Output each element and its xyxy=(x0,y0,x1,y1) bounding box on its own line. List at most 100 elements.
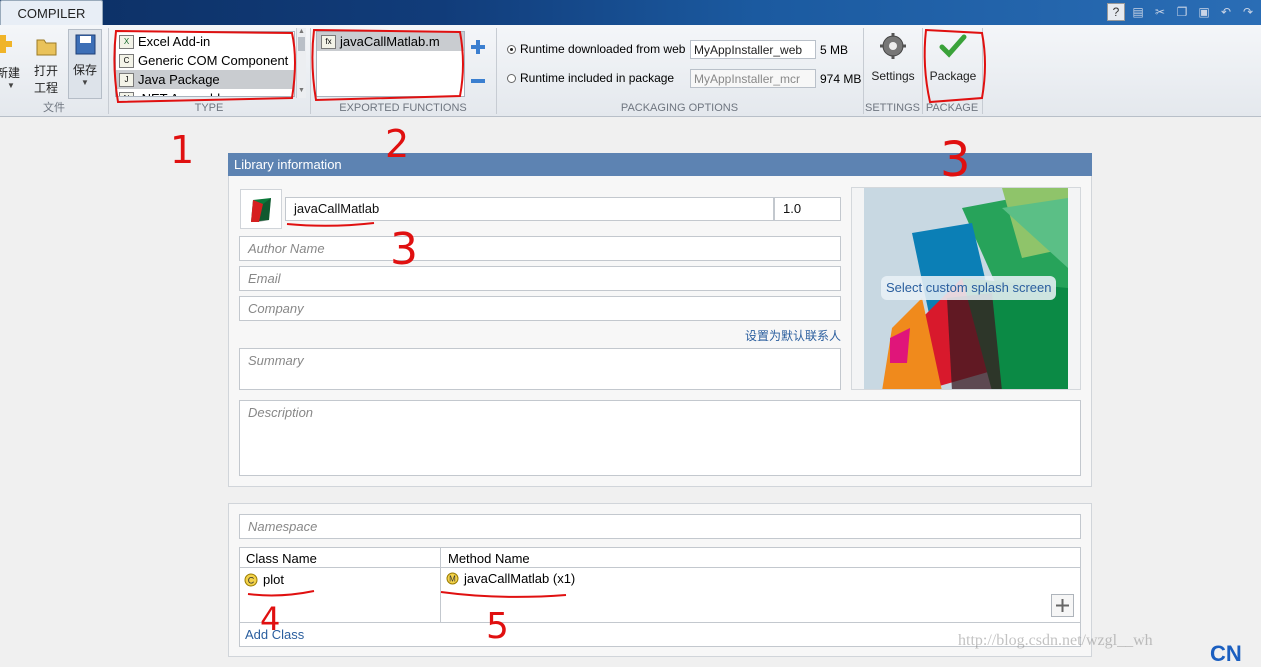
save-button[interactable]: 保存 ▼ xyxy=(68,29,102,99)
class-name-value: plot xyxy=(263,572,284,587)
remove-function-button[interactable] xyxy=(469,72,487,93)
type-list-scrollbar[interactable]: ▲ ▼ xyxy=(296,28,306,98)
company-input[interactable]: Company xyxy=(239,296,841,321)
type-item-excel[interactable]: X Excel Add-in xyxy=(116,32,294,51)
java-package-icon: J xyxy=(119,72,134,87)
title-bar xyxy=(0,0,1261,25)
watermark-text: http://blog.csdn.net/wzgl__wh xyxy=(958,632,1153,649)
scroll-up-icon[interactable]: ▲ xyxy=(297,28,306,35)
web-installer-name-input[interactable]: MyAppInstaller_web xyxy=(690,40,816,59)
exported-functions-list[interactable]: fx javaCallMatlab.m xyxy=(316,31,465,97)
exported-file-label: javaCallMatlab.m xyxy=(340,34,440,49)
plus-icon xyxy=(471,40,485,54)
excel-addin-icon: X xyxy=(119,34,134,49)
chevron-down-icon: ▼ xyxy=(7,81,15,90)
library-icon[interactable] xyxy=(240,189,282,229)
annotation-number-5: 5 xyxy=(486,606,509,647)
folder-icon xyxy=(36,39,57,56)
save-label: 保存 xyxy=(72,63,97,77)
com-component-icon: C xyxy=(119,53,134,68)
redo-icon[interactable]: ↷ xyxy=(1239,3,1257,21)
package-button[interactable]: Package xyxy=(926,32,980,83)
summary-input[interactable]: Summary xyxy=(239,348,841,390)
minus-icon xyxy=(471,79,485,83)
email-input[interactable]: Email xyxy=(239,266,841,291)
cut-icon[interactable]: ✂ xyxy=(1151,3,1169,21)
method-name-value: javaCallMatlab (x1) xyxy=(464,571,576,586)
help-icon[interactable]: ? xyxy=(1107,3,1125,21)
open-label-1: 打开 xyxy=(33,64,58,78)
floppy-icon xyxy=(75,34,96,55)
library-name-input[interactable]: javaCallMatlab xyxy=(285,197,774,221)
open-label-2: 工程 xyxy=(33,81,58,95)
web-runtime-size: 5 MB xyxy=(820,43,849,57)
paste-icon[interactable]: ▣ xyxy=(1195,3,1213,21)
divider xyxy=(982,28,983,114)
add-method-button[interactable] xyxy=(1051,594,1074,617)
type-item-com[interactable]: C Generic COM Component xyxy=(116,51,294,70)
method-name-header: Method Name xyxy=(448,551,530,566)
net-assembly-icon: N xyxy=(119,91,134,96)
settings-label: Settings xyxy=(871,69,915,83)
runtime-web-option[interactable]: Runtime downloaded from web xyxy=(507,42,685,56)
select-splash-screen-label[interactable]: Select custom splash screen xyxy=(881,276,1057,300)
chevron-down-icon: ▼ xyxy=(81,78,89,87)
annotation-number-1: 1 xyxy=(170,128,195,172)
column-divider xyxy=(440,547,441,623)
version-input[interactable]: 1.0 xyxy=(774,197,841,221)
settings-button[interactable]: Settings xyxy=(866,32,920,83)
class-name-header: Class Name xyxy=(246,551,317,566)
section-label-packaging: PACKAGING OPTIONS xyxy=(620,102,739,114)
package-label: Package xyxy=(929,69,977,83)
radio-web[interactable] xyxy=(507,44,516,54)
mcr-installer-name-input[interactable]: MyAppInstaller_mcr xyxy=(690,69,816,88)
section-label-settings: SETTINGS xyxy=(864,102,920,114)
author-name-input[interactable]: Author Name xyxy=(239,236,841,261)
method-m-icon: M xyxy=(446,572,459,585)
quick-access-toolbar: ? ▤ ✂ ❐ ▣ ↶ ↷ xyxy=(1107,3,1257,21)
description-input[interactable]: Description xyxy=(239,400,1081,476)
undo-icon[interactable]: ↶ xyxy=(1217,3,1235,21)
svg-text:M: M xyxy=(449,575,456,584)
runtime-package-option[interactable]: Runtime included in package xyxy=(507,71,674,85)
add-function-button[interactable] xyxy=(469,38,487,59)
svg-text:C: C xyxy=(248,575,255,585)
copy-icon[interactable]: ❐ xyxy=(1173,3,1191,21)
new-icon xyxy=(0,35,12,53)
new-label: 新建 xyxy=(0,66,20,80)
class-table xyxy=(239,547,1081,647)
set-default-contact-link[interactable]: 设置为默认联系人 xyxy=(700,327,841,344)
type-list[interactable]: X Excel Add-in C Generic COM Component J… xyxy=(115,31,295,97)
header-divider xyxy=(239,567,1081,568)
class-row[interactable]: C plot xyxy=(244,572,284,587)
section-label-file: 文件 xyxy=(43,102,65,114)
type-item-java[interactable]: J Java Package xyxy=(116,70,294,89)
scroll-thumb[interactable] xyxy=(298,37,305,51)
plus-icon xyxy=(1056,599,1069,612)
exported-file-item[interactable]: fx javaCallMatlab.m xyxy=(317,32,464,51)
section-label-package: PACKAGE xyxy=(925,102,979,114)
class-c-icon: C xyxy=(244,573,258,586)
namespace-input[interactable]: Namespace xyxy=(239,514,1081,539)
mcr-runtime-size: 974 MB xyxy=(820,72,862,86)
section-label-exported: EXPORTED FUNCTIONS xyxy=(339,102,467,114)
save-icon[interactable]: ▤ xyxy=(1129,3,1147,21)
gear-icon xyxy=(880,33,906,59)
type-item-net[interactable]: N .NET Assembly xyxy=(116,89,294,96)
annotation-number-4: 4 xyxy=(260,600,281,638)
scroll-down-icon[interactable]: ▼ xyxy=(297,87,306,94)
splash-screen-area[interactable]: Select custom splash screen xyxy=(851,187,1081,390)
runtime-package-label: Runtime included in package xyxy=(520,71,675,85)
type-item-label: Generic COM Component xyxy=(138,53,289,68)
annotation-number-3-package: 3 xyxy=(940,132,971,188)
method-row[interactable]: M javaCallMatlab (x1) xyxy=(446,571,575,586)
matlab-icon xyxy=(251,198,271,222)
open-project-button[interactable]: 打开 工程 xyxy=(30,33,62,96)
type-item-label: .NET Assembly xyxy=(138,89,227,96)
runtime-web-label: Runtime downloaded from web xyxy=(520,42,686,56)
m-file-icon: fx xyxy=(321,34,336,49)
cn-logo-fragment: CN xyxy=(1210,641,1242,666)
tab-compiler[interactable]: COMPILER xyxy=(0,0,103,26)
radio-package[interactable] xyxy=(507,73,516,83)
new-button[interactable]: 新建 ▼ xyxy=(0,33,22,90)
